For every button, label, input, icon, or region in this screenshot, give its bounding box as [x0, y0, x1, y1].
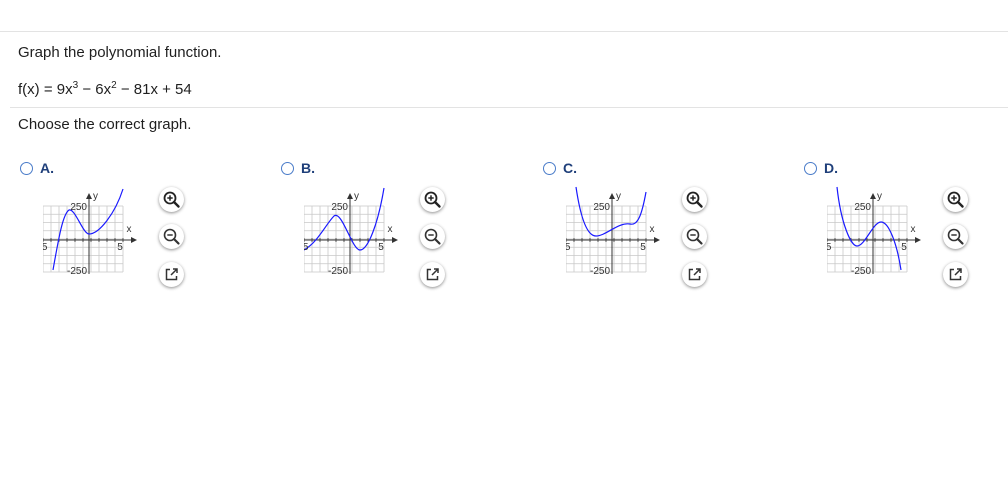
option-b-graph: y x 250 -250 -5 5: [304, 187, 398, 277]
option-d-label: D.: [824, 160, 838, 176]
y-tick-label-bottom: -250: [590, 266, 610, 277]
popout-icon: [165, 268, 178, 281]
option-b-radio[interactable]: [281, 162, 294, 175]
y-tick-label-bottom: -250: [67, 266, 87, 277]
option-a-zoom-in-button[interactable]: [159, 187, 184, 212]
x-axis-label: x: [911, 224, 916, 235]
option-b: B. y x 250 -250 -5 5: [281, 160, 541, 290]
zoom-out-icon: [424, 228, 441, 245]
option-b-label: B.: [301, 160, 315, 176]
y-tick-label-top: 250: [593, 202, 610, 213]
option-c: C. y x 250 -250 -5 5: [543, 160, 803, 290]
option-b-zoom-in-button[interactable]: [420, 187, 445, 212]
x-tick-label-left: -5: [827, 242, 832, 253]
option-a: A. y x 250 -250 -5 5: [20, 160, 280, 290]
x-axis-label: x: [127, 224, 132, 235]
option-d-zoom-in-button[interactable]: [943, 187, 968, 212]
popout-icon: [426, 268, 439, 281]
popout-icon: [688, 268, 701, 281]
option-c-popout-button[interactable]: [682, 262, 707, 287]
y-tick-label-top: 250: [331, 202, 348, 213]
y-tick-label-top: 250: [70, 202, 87, 213]
x-tick-label-right: 5: [640, 242, 646, 253]
y-axis-arrow: [347, 193, 353, 199]
x-tick-label-right: 5: [117, 242, 123, 253]
option-d: D. y x 250 -250 -5 5: [804, 160, 1008, 290]
zoom-in-icon: [686, 191, 703, 208]
zoom-in-icon: [947, 191, 964, 208]
x-axis-arrow: [392, 237, 398, 243]
x-tick-label-left: -5: [566, 242, 571, 253]
function-expression: f(x) = 9x3 − 6x2 − 81x + 54: [18, 80, 192, 99]
y-axis-label: y: [93, 191, 98, 202]
curve: [575, 186, 647, 237]
y-axis-label: y: [877, 191, 882, 202]
x-axis-arrow: [131, 237, 137, 243]
y-tick-label-top: 250: [854, 202, 871, 213]
y-tick-label-bottom: -250: [328, 266, 348, 277]
y-axis-label: y: [354, 191, 359, 202]
x-tick-label-right: 5: [901, 242, 907, 253]
section-divider: [10, 107, 1008, 108]
x-axis-label: x: [388, 224, 393, 235]
option-c-zoom-out-button[interactable]: [682, 224, 707, 249]
option-d-popout-button[interactable]: [943, 262, 968, 287]
option-c-label: C.: [563, 160, 577, 176]
x-tick-label-right: 5: [378, 242, 384, 253]
option-d-zoom-out-button[interactable]: [943, 224, 968, 249]
option-a-graph: y x 250 -250 -5 5: [43, 188, 137, 277]
zoom-in-icon: [163, 191, 180, 208]
y-axis-arrow: [609, 193, 615, 199]
option-a-radio[interactable]: [20, 162, 33, 175]
option-c-radio[interactable]: [543, 162, 556, 175]
x-tick-label-left: -5: [43, 242, 48, 253]
option-b-zoom-out-button[interactable]: [420, 224, 445, 249]
zoom-out-icon: [947, 228, 964, 245]
option-a-label: A.: [40, 160, 54, 176]
top-divider: [0, 31, 1008, 32]
y-axis-arrow: [86, 193, 92, 199]
option-c-graph: y x 250 -250 -5 5: [566, 186, 660, 277]
zoom-in-icon: [424, 191, 441, 208]
option-d-graph: y x 250 -250 -5 5: [827, 186, 921, 277]
option-a-popout-button[interactable]: [159, 262, 184, 287]
instruction-text: Choose the correct graph.: [18, 116, 192, 133]
x-tick-label-left: -5: [304, 242, 309, 253]
y-axis-label: y: [616, 191, 621, 202]
y-axis-arrow: [870, 193, 876, 199]
option-b-popout-button[interactable]: [420, 262, 445, 287]
zoom-out-icon: [686, 228, 703, 245]
popout-icon: [949, 268, 962, 281]
x-axis-arrow: [915, 237, 921, 243]
curve: [836, 186, 902, 271]
zoom-out-icon: [163, 228, 180, 245]
option-a-zoom-out-button[interactable]: [159, 224, 184, 249]
question-prompt: Graph the polynomial function.: [18, 44, 222, 61]
option-d-radio[interactable]: [804, 162, 817, 175]
x-axis-label: x: [650, 224, 655, 235]
x-axis-arrow: [654, 237, 660, 243]
y-tick-label-bottom: -250: [851, 266, 871, 277]
option-c-zoom-in-button[interactable]: [682, 187, 707, 212]
curve: [52, 188, 124, 271]
